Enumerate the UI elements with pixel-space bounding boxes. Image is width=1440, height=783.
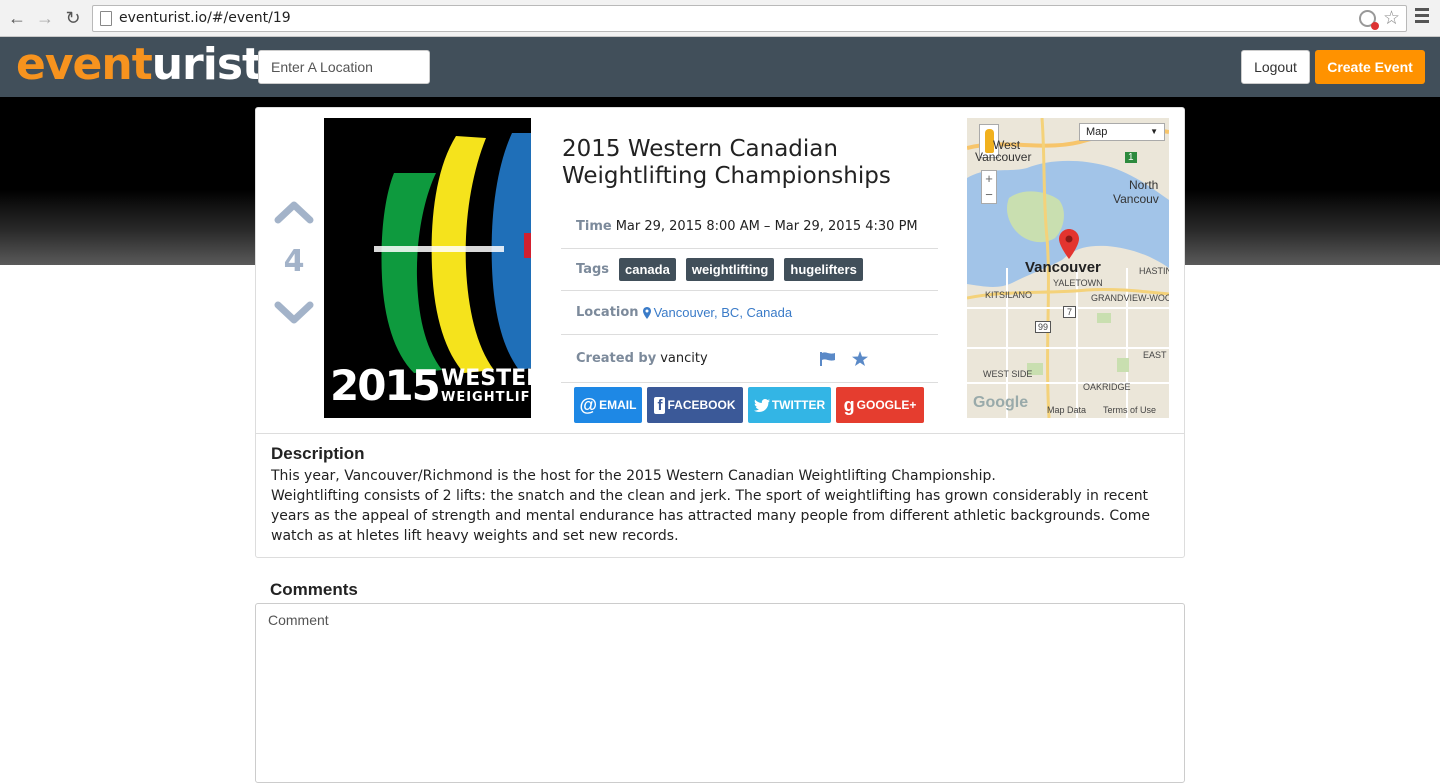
extension-icon[interactable]	[1359, 10, 1379, 30]
map-pin-icon[interactable]	[1059, 229, 1079, 259]
comments-heading: Comments	[270, 580, 358, 599]
map-terms-link[interactable]: Terms of Use	[1103, 405, 1156, 415]
reload-icon[interactable]: ↻	[62, 7, 84, 29]
map-label-kitsilano: KITSILANO	[985, 290, 1033, 300]
location-link[interactable]: Vancouver, BC, Canada	[654, 305, 793, 320]
share-twitter-button[interactable]: TWITTER	[748, 387, 831, 423]
tag-weightlifting[interactable]: weightlifting	[685, 258, 775, 281]
tags-label: Tags	[576, 262, 610, 277]
event-title: 2015 Western Canadian Weightlifting Cham…	[562, 136, 891, 189]
page-icon	[100, 11, 112, 26]
event-location-row: Location Vancouver, BC, Canada	[561, 291, 938, 335]
at-icon: @	[579, 394, 598, 415]
vote-widget: 4	[272, 198, 316, 327]
tag-canada[interactable]: canada	[619, 258, 676, 281]
poster-year: 2015	[330, 361, 441, 410]
route-1-shield: 1	[1125, 152, 1137, 163]
url-text[interactable]: eventurist.io/#/event/19	[119, 10, 291, 26]
event-time-row: Time Mar 29, 2015 8:00 AM – Mar 29, 2015…	[561, 204, 938, 249]
share-buttons: @ EMAIL f FACEBOOK TWITTER g GOOGLE+	[574, 387, 924, 423]
map-label-hastings: HASTIN	[1139, 266, 1169, 276]
map-label-west-side: WEST SIDE	[983, 369, 1033, 379]
twitter-bird-icon	[753, 398, 770, 412]
poster-word-weightlifting: WEIGHTLIF	[441, 390, 531, 405]
map-data-link[interactable]: Map Data	[1047, 405, 1086, 415]
caret-down-icon: ▼	[1150, 127, 1158, 136]
share-email-button[interactable]: @ EMAIL	[574, 387, 642, 423]
poster-word-western: WESTER	[441, 366, 531, 391]
map-type-select[interactable]: Map ▼	[1079, 123, 1165, 141]
address-bar[interactable]: eventurist.io/#/event/19 ☆	[92, 5, 1407, 32]
description-line-2: Weightlifting consists of 2 lifts: the s…	[271, 488, 1150, 544]
time-label: Time	[576, 218, 612, 234]
map-label-grandview: GRANDVIEW-WOOD	[1091, 293, 1169, 303]
map-label-north-vancouver: Vancouv	[1113, 192, 1159, 206]
share-google-button[interactable]: g GOOGLE+	[836, 387, 924, 423]
map-label-vancouver: Vancouver	[1025, 259, 1101, 276]
share-facebook-button[interactable]: f FACEBOOK	[647, 387, 743, 423]
map-label-north: North	[1129, 178, 1159, 192]
logo[interactable]: eventurist	[16, 39, 263, 90]
description-section: Description This year, Vancouver/Richmon…	[271, 444, 1171, 546]
event-creator-row: Created by vancity	[561, 335, 938, 383]
bookmark-star-icon[interactable]: ☆	[1383, 7, 1400, 30]
flag-icon[interactable]	[819, 351, 836, 366]
location-map[interactable]: + − Map ▼ West Vancouver 1 North Vancouv V…	[967, 118, 1169, 418]
facebook-icon: f	[654, 396, 666, 414]
location-label: Location	[576, 305, 639, 320]
tag-hugelifters[interactable]: hugelifters	[784, 258, 863, 281]
map-label-west-vancouver: Vancouver	[975, 150, 1032, 164]
browser-toolbar: ← → ↻ eventurist.io/#/event/19 ☆	[0, 0, 1440, 37]
map-label-yaletown: YALETOWN	[1053, 278, 1103, 288]
event-summary: 4 2015 WESTER WEIGHTLIF 2015 Western Can…	[256, 108, 1184, 434]
event-info: 2015 Western Canadian Weightlifting Cham…	[561, 136, 938, 383]
event-tags-row: Tags canada weightlifting hugelifters	[561, 249, 938, 291]
google-logo: Google	[973, 394, 1029, 411]
created-label: Created by	[576, 351, 657, 366]
hamburger-menu-icon[interactable]	[1415, 8, 1429, 28]
create-event-button[interactable]: Create Event	[1315, 50, 1425, 84]
comment-input[interactable]	[255, 603, 1185, 783]
app-header: eventurist Logout Create Event	[0, 37, 1440, 97]
route-7-shield: 7	[1063, 306, 1077, 318]
map-label-oakridge: OAKRIDGE	[1083, 382, 1131, 392]
back-arrow-icon[interactable]: ←	[6, 7, 28, 29]
route-99-shield: 99	[1035, 321, 1052, 333]
logout-button[interactable]: Logout	[1241, 50, 1310, 84]
created-value[interactable]: vancity	[660, 351, 707, 366]
location-search-input[interactable]	[258, 50, 430, 84]
map-marker-icon	[642, 306, 651, 319]
google-plus-icon: g	[843, 394, 855, 415]
upvote-icon[interactable]	[272, 198, 316, 226]
description-heading: Description	[271, 444, 365, 463]
map-zoom-control[interactable]: + −	[981, 170, 997, 204]
event-card: 4 2015 WESTER WEIGHTLIF 2015 Western Can…	[255, 107, 1185, 558]
map-label-east: EAST S	[1143, 350, 1169, 360]
description-line-1: This year, Vancouver/Richmond is the hos…	[271, 468, 996, 484]
favorite-star-icon[interactable]	[851, 351, 868, 366]
downvote-icon[interactable]	[272, 299, 316, 327]
event-poster: 2015 WESTER WEIGHTLIF	[324, 118, 531, 418]
forward-arrow-icon[interactable]: →	[34, 7, 56, 29]
vote-count: 4	[283, 244, 305, 279]
time-value: Mar 29, 2015 8:00 AM – Mar 29, 2015 4:30…	[615, 218, 918, 234]
